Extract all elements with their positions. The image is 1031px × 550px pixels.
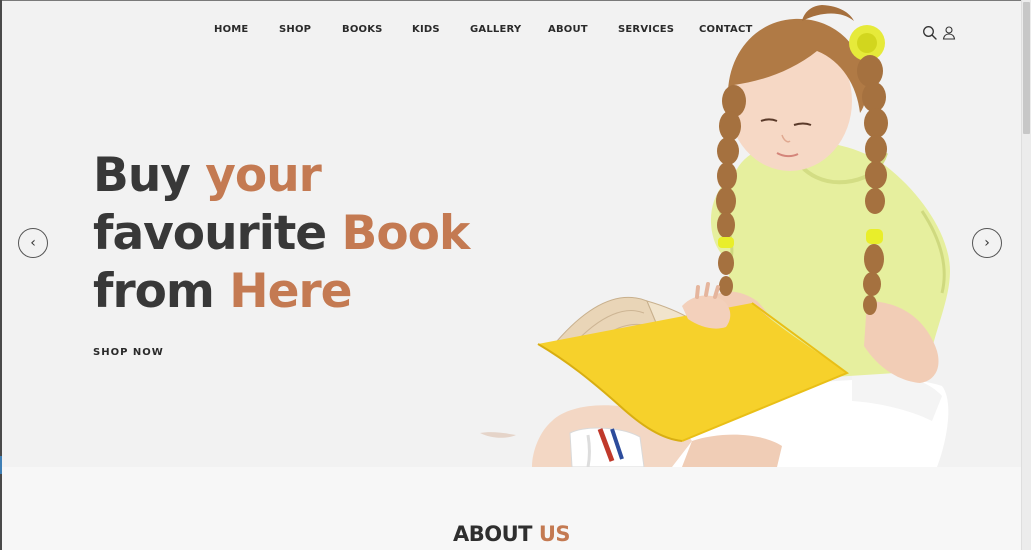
headline-line-2: favourite Book — [93, 205, 471, 263]
hero-girl-reading-image — [480, 5, 950, 467]
nav-item-services[interactable]: SERVICES — [618, 24, 674, 35]
shop-now-link[interactable]: SHOP NOW — [93, 347, 164, 358]
about-heading: ABOUT US — [2, 522, 1021, 546]
search-icon[interactable] — [922, 25, 938, 41]
hero-banner: HOME SHOP BOOKS KIDS GALLERY ABOUT SERVI… — [2, 1, 1021, 467]
headline-plain: from — [93, 264, 230, 319]
headline-accent: your — [205, 148, 322, 203]
nav-item-books[interactable]: BOOKS — [342, 24, 383, 35]
nav-item-gallery[interactable]: GALLERY — [470, 24, 521, 35]
nav-item-kids[interactable]: KIDS — [412, 24, 440, 35]
carousel-next-button[interactable]: › — [972, 228, 1002, 258]
scrollbar-thumb[interactable] — [1023, 2, 1030, 134]
nav-item-home[interactable]: HOME — [214, 24, 248, 35]
headline-plain: Buy — [93, 148, 206, 203]
page-scrollbar[interactable] — [1021, 0, 1031, 550]
about-section: ABOUT US — [2, 467, 1021, 550]
headline-accent: Book — [341, 206, 471, 261]
about-heading-plain: ABOUT — [453, 522, 539, 546]
headline-accent: Here — [229, 264, 352, 319]
carousel-prev-button[interactable]: ‹ — [18, 228, 48, 258]
nav-item-contact[interactable]: CONTACT — [699, 24, 753, 35]
headline-line-1: Buy your — [93, 147, 469, 205]
chevron-right-icon: › — [984, 235, 990, 251]
hero-headline: Buy your favourite Book from Here — [93, 147, 471, 321]
headline-plain: favourite — [93, 206, 342, 261]
nav-item-shop[interactable]: SHOP — [279, 24, 311, 35]
chevron-left-icon: ‹ — [30, 235, 36, 251]
user-icon[interactable] — [941, 25, 957, 41]
headline-line-3: from Here — [93, 263, 469, 321]
about-heading-accent: US — [538, 522, 571, 546]
nav-item-about[interactable]: ABOUT — [548, 24, 588, 35]
